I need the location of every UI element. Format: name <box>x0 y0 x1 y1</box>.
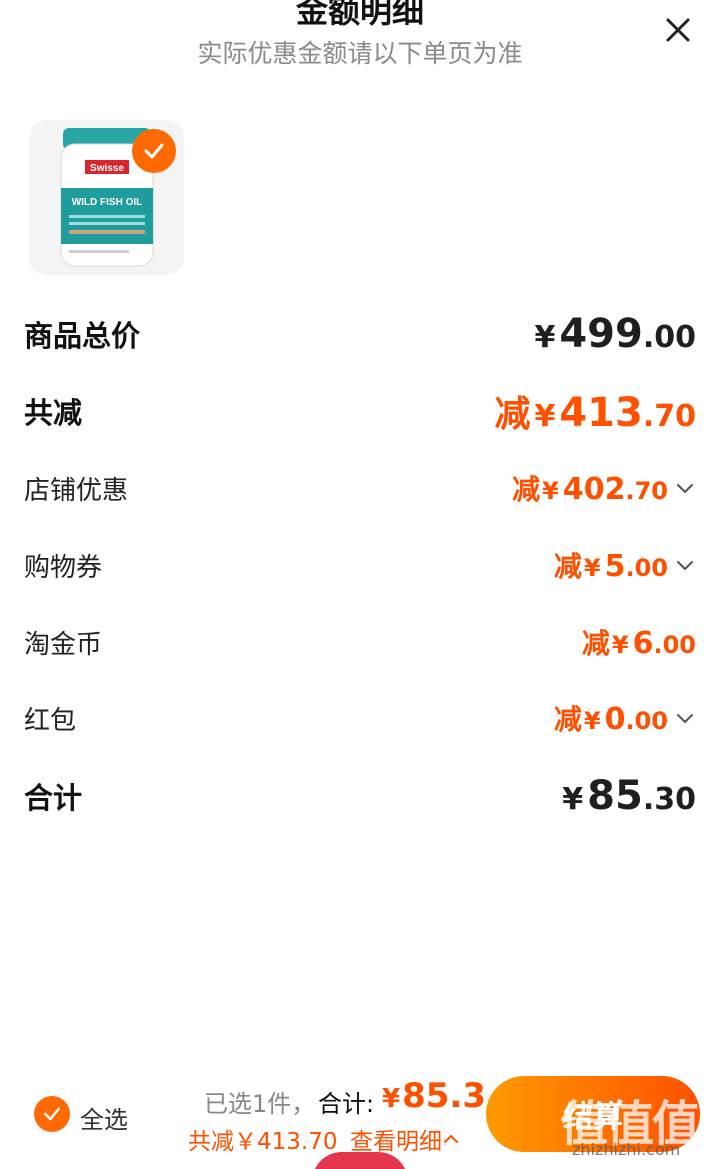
chevron-down-icon[interactable] <box>674 477 696 499</box>
selected-count: 已选1件， <box>204 1090 316 1118</box>
close-icon <box>666 18 690 42</box>
watermark-url: zhizhizhi.com <box>572 1140 681 1159</box>
row-label: 共减 <box>24 396 83 430</box>
total-saved: 共减￥413.70 <box>188 1129 338 1155</box>
total-price-amount: ¥ 499 .00 <box>534 311 696 357</box>
product-name-text: WILD FISH OIL <box>72 197 143 208</box>
select-all-checkbox[interactable] <box>34 1096 70 1132</box>
close-button[interactable] <box>660 12 696 48</box>
chevron-down-icon[interactable] <box>674 707 696 729</box>
view-details-label: 查看明细 <box>350 1129 442 1155</box>
coupon-amount: 减 ¥ 5 .00 <box>554 545 696 585</box>
row-total-price: 商品总价 ¥ 499 .00 <box>24 304 696 364</box>
checkmark-icon <box>144 143 164 159</box>
red-packet-amount: 减 ¥ 0 .00 <box>554 698 696 738</box>
sheet-title: 金额明细 <box>295 0 424 30</box>
row-label: 商品总价 <box>24 319 141 353</box>
total-amount: ¥ 85.3 <box>382 1076 486 1116</box>
shop-discount-amount: 减 ¥ 402 .70 <box>512 468 696 508</box>
row-label: 淘金币 <box>24 629 103 660</box>
row-label: 店铺优惠 <box>24 475 129 506</box>
taojin-coin-amount: 减 ¥ 6 .00 <box>581 626 696 661</box>
row-subtotal: 合计 ¥ 85 .30 <box>24 766 696 826</box>
view-details-link[interactable]: 查看明细 <box>350 1122 460 1156</box>
checkmark-icon <box>44 1107 60 1121</box>
sheet-subtitle: 实际优惠金额请以下单页为准 <box>197 39 523 68</box>
subtotal-amount: ¥ 85 .30 <box>562 773 696 819</box>
select-all-label[interactable]: 全选 <box>80 1100 128 1135</box>
row-total-discount: 共减 减 ¥ 413 .70 <box>24 381 696 441</box>
row-taojin-coin: 淘金币 减 ¥ 6 .00 <box>24 612 696 672</box>
row-coupon[interactable]: 购物券 减 ¥ 5 .00 <box>24 535 696 595</box>
total-label: 合计: <box>318 1090 375 1118</box>
chevron-up-icon <box>444 1135 458 1143</box>
row-label: 购物券 <box>24 552 103 583</box>
total-discount-amount: 减 ¥ 413 .70 <box>494 390 696 436</box>
brand-logo-text: Swisse <box>90 163 124 174</box>
chevron-down-icon[interactable] <box>674 554 696 576</box>
row-shop-discount[interactable]: 店铺优惠 减 ¥ 402 .70 <box>24 458 696 518</box>
row-red-packet[interactable]: 红包 减 ¥ 0 .00 <box>24 688 696 748</box>
row-label: 合计 <box>24 781 83 815</box>
row-label: 红包 <box>24 705 77 736</box>
product-selected-check[interactable] <box>132 129 176 173</box>
